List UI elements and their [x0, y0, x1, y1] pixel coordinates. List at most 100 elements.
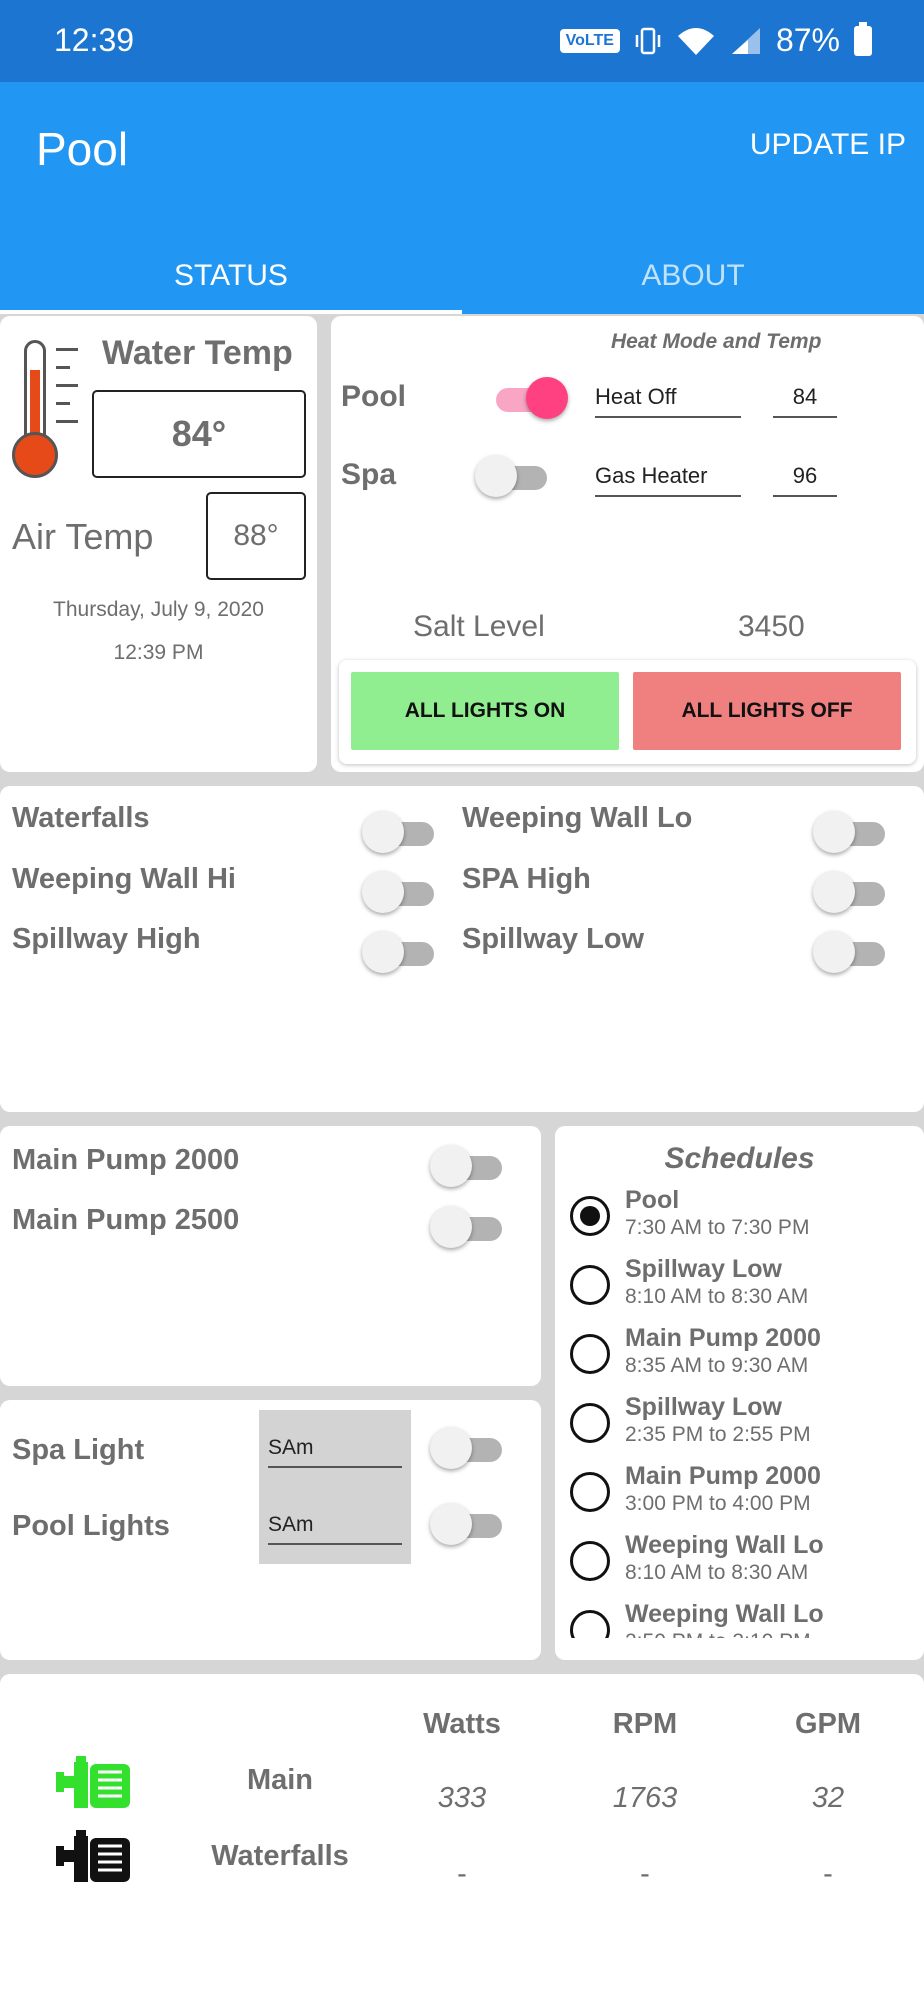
- current-date: Thursday, July 9, 2020: [53, 598, 264, 621]
- water-temp-value: 84°: [171, 413, 227, 454]
- schedule-name: Weeping Wall Lo: [625, 1531, 824, 1559]
- schedule-name: Weeping Wall Lo: [625, 1600, 824, 1628]
- tab-status[interactable]: STATUS: [0, 245, 462, 314]
- column-header-rpm: RPM: [612, 1708, 678, 1740]
- vibrate-icon: [635, 27, 661, 54]
- schedule-item[interactable]: Weeping Wall Lo 8:10 AM to 8:30 AM: [555, 1531, 924, 1599]
- light-label: Spa Light: [12, 1434, 145, 1466]
- air-temp-label: Air Temp: [12, 516, 154, 557]
- spa-light-mode-select[interactable]: SAm: [268, 1436, 402, 1468]
- pool-heat-mode-select[interactable]: Heat Off: [595, 384, 741, 418]
- schedule-radio[interactable]: [570, 1610, 610, 1638]
- pump-watts: -: [457, 1858, 467, 1890]
- light-label: Pool Lights: [12, 1510, 170, 1542]
- schedule-item[interactable]: Weeping Wall Lo 2:50 PM to 3:10 PM: [555, 1600, 924, 1638]
- schedule-time: 8:10 AM to 8:30 AM: [625, 1285, 809, 1308]
- schedule-radio[interactable]: [570, 1472, 610, 1512]
- pump-label: Main Pump 2500: [12, 1204, 240, 1236]
- features-card: Waterfalls Weeping Wall Lo Weeping Wall …: [0, 786, 924, 1112]
- pump-row-name: Waterfalls: [211, 1840, 349, 1872]
- volte-badge: VoLTE: [559, 28, 620, 53]
- main-pump-2000-switch[interactable]: [430, 1142, 510, 1190]
- tab-status-label: STATUS: [174, 259, 288, 292]
- feature-label: Weeping Wall Lo: [462, 802, 693, 834]
- current-time: 12:39 PM: [113, 641, 204, 664]
- schedule-radio[interactable]: [570, 1334, 610, 1374]
- schedule-time: 8:10 AM to 8:30 AM: [625, 1561, 809, 1584]
- feature-label: Spillway Low: [462, 923, 645, 955]
- schedule-name: Spillway Low: [625, 1255, 782, 1283]
- schedule-time: 7:30 AM to 7:30 PM: [625, 1216, 810, 1239]
- pool-heat-switch[interactable]: [488, 374, 568, 422]
- weeping-wall-lo-switch[interactable]: [813, 808, 893, 856]
- spa-heat-mode-select[interactable]: Gas Heater: [595, 463, 741, 497]
- tab-about[interactable]: ABOUT: [462, 245, 924, 314]
- spa-light-switch[interactable]: [430, 1424, 510, 1472]
- schedule-radio[interactable]: [570, 1403, 610, 1443]
- water-temp-card: Water Temp 84° Air Temp 88° Thursday, Ju…: [0, 316, 317, 772]
- status-icons: VoLTE 87%: [559, 21, 872, 59]
- pump-row-name: Main: [246, 1764, 314, 1796]
- waterfalls-switch[interactable]: [362, 808, 442, 856]
- feature-label: Spillway High: [12, 923, 201, 955]
- heat-row-spa-label: Spa: [341, 458, 397, 491]
- schedule-name: Main Pump 2000: [625, 1324, 821, 1352]
- update-ip-button[interactable]: UPDATE IP: [750, 128, 906, 162]
- pool-setpoint-input[interactable]: 84: [773, 384, 837, 418]
- heat-row-pool-label: Pool: [341, 380, 406, 413]
- column-header-gpm: GPM: [794, 1708, 862, 1740]
- feature-label: SPA High: [462, 863, 591, 895]
- status-time: 12:39: [54, 22, 135, 58]
- pump-rpm: -: [640, 1858, 650, 1890]
- main-pump-2500-switch[interactable]: [430, 1203, 510, 1251]
- pool-lights-switch[interactable]: [430, 1500, 510, 1548]
- spillway-low-switch[interactable]: [813, 928, 893, 976]
- heat-mode-card: Heat Mode and Temp Pool Heat Off 84 Spa …: [331, 316, 924, 772]
- pool-lights-mode-select[interactable]: SAm: [268, 1513, 402, 1545]
- schedule-radio[interactable]: [570, 1196, 610, 1236]
- all-lights-off-button[interactable]: ALL LIGHTS OFF: [633, 672, 901, 750]
- spa-heat-switch[interactable]: [475, 452, 555, 500]
- schedule-item[interactable]: Pool 7:30 AM to 7:30 PM: [555, 1186, 924, 1254]
- tab-indicator: [0, 310, 462, 314]
- schedule-name: Pool: [625, 1186, 680, 1214]
- schedule-radio[interactable]: [570, 1265, 610, 1305]
- salt-level-label: Salt Level: [413, 610, 545, 643]
- feature-label: Weeping Wall Hi: [12, 863, 236, 895]
- schedule-list[interactable]: Pool 7:30 AM to 7:30 PM Spillway Low 8:1…: [555, 1186, 924, 1638]
- schedule-radio[interactable]: [570, 1541, 610, 1581]
- air-temp-box: 88°: [206, 492, 306, 580]
- all-lights-on-button[interactable]: ALL LIGHTS ON: [351, 672, 619, 750]
- pump-running-icon: [56, 1756, 130, 1808]
- schedule-item[interactable]: Spillway Low 2:35 PM to 2:55 PM: [555, 1393, 924, 1461]
- schedules-title: Schedules: [664, 1142, 815, 1175]
- schedule-item[interactable]: Main Pump 2000 3:00 PM to 4:00 PM: [555, 1462, 924, 1530]
- pump-watts: 333: [437, 1782, 487, 1814]
- schedule-time: 2:50 PM to 3:10 PM: [625, 1630, 811, 1638]
- weeping-wall-hi-switch[interactable]: [362, 868, 442, 916]
- feature-label: Waterfalls: [12, 802, 150, 834]
- spillway-high-switch[interactable]: [362, 928, 442, 976]
- heat-mode-title: Heat Mode and Temp: [611, 330, 822, 353]
- pump-gpm: 32: [811, 1782, 845, 1814]
- schedule-time: 3:00 PM to 4:00 PM: [625, 1492, 811, 1515]
- pump-gpm: -: [823, 1858, 833, 1890]
- wifi-icon: [677, 27, 714, 55]
- schedule-item[interactable]: Main Pump 2000 8:35 AM to 9:30 AM: [555, 1324, 924, 1392]
- spa-setpoint-input[interactable]: 96: [773, 463, 837, 497]
- status-bar: 12:39 VoLTE 87%: [0, 0, 924, 82]
- schedule-time: 2:35 PM to 2:55 PM: [625, 1423, 811, 1446]
- schedule-item[interactable]: Spillway Low 8:10 AM to 8:30 AM: [555, 1255, 924, 1323]
- lights-button-panel: ALL LIGHTS ON ALL LIGHTS OFF: [339, 660, 916, 764]
- water-temp-box: 84°: [92, 390, 306, 478]
- tab-about-label: ABOUT: [641, 259, 745, 292]
- pump-label: Main Pump 2000: [12, 1144, 240, 1176]
- spa-high-switch[interactable]: [813, 868, 893, 916]
- column-header-watts: Watts: [423, 1708, 501, 1740]
- schedules-card: Schedules Pool 7:30 AM to 7:30 PM Spillw…: [555, 1126, 924, 1660]
- water-temp-title: Water Temp: [102, 334, 293, 372]
- app-title: Pool: [36, 123, 129, 175]
- pump-rpm: 1763: [612, 1782, 678, 1814]
- battery-icon: [854, 21, 872, 56]
- thermometer-icon: [10, 334, 80, 484]
